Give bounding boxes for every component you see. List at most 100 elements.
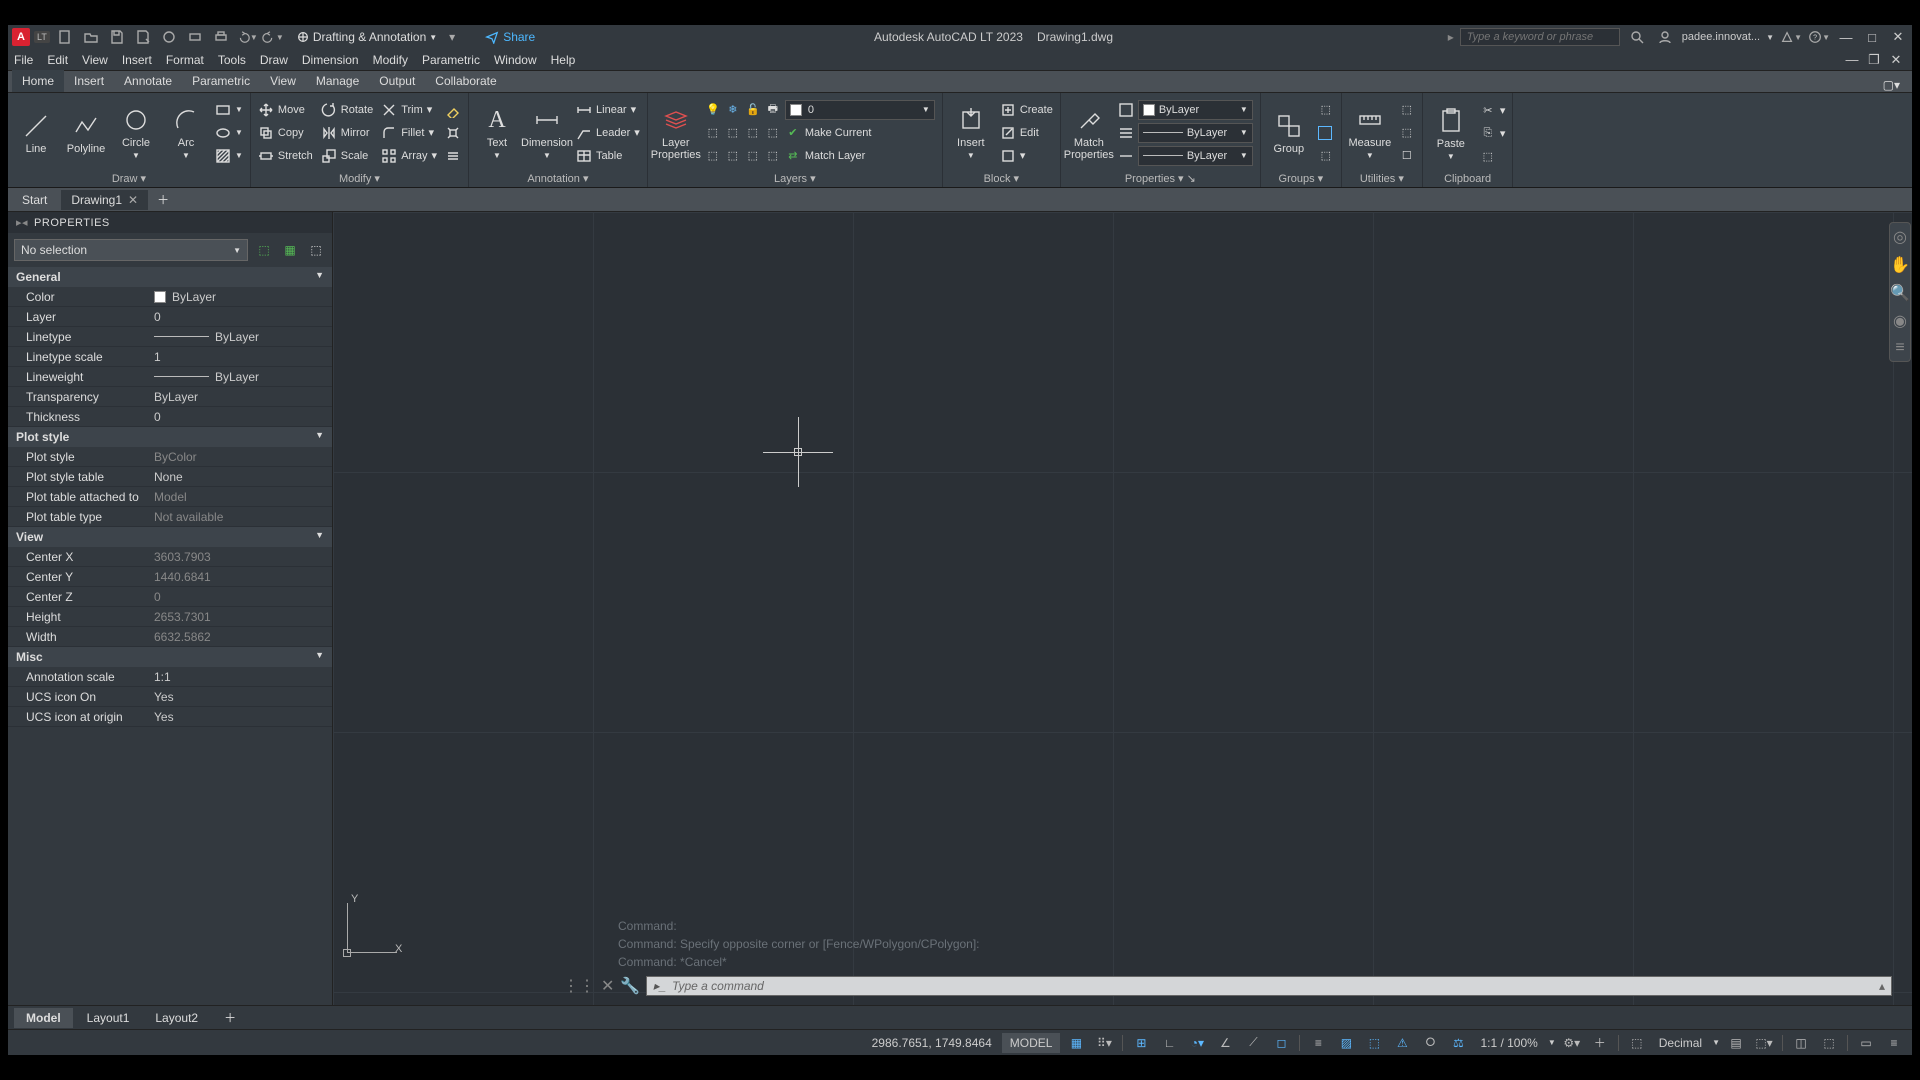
- close-tab-icon[interactable]: ✕: [128, 193, 138, 207]
- property-row[interactable]: Width6632.5862: [8, 627, 332, 647]
- ellipse-button[interactable]: ▼: [212, 122, 246, 144]
- paste-button[interactable]: Paste▼: [1427, 98, 1475, 168]
- app-icon[interactable]: A: [12, 28, 30, 46]
- palette-category[interactable]: General▼: [8, 267, 332, 287]
- hatch-button[interactable]: ▼: [212, 145, 246, 167]
- workspace-switch-icon[interactable]: ⬚: [1625, 1032, 1649, 1054]
- cmd-recent-icon[interactable]: ▴: [1879, 979, 1885, 993]
- property-row[interactable]: TransparencyByLayer: [8, 387, 332, 407]
- maximize-button[interactable]: □: [1862, 29, 1882, 45]
- autodesk-icon[interactable]: ▼: [1780, 26, 1802, 48]
- tab-insert[interactable]: Insert: [64, 70, 114, 92]
- property-row[interactable]: Linetype scale1: [8, 347, 332, 367]
- property-row[interactable]: Plot style tableNone: [8, 467, 332, 487]
- property-row[interactable]: Plot table attached toModel: [8, 487, 332, 507]
- layout-tab-layout2[interactable]: Layout2: [143, 1008, 210, 1028]
- group-bbox-button[interactable]: ⬚: [1315, 145, 1337, 167]
- user-name[interactable]: padee.innovat...: [1682, 31, 1760, 43]
- model-button[interactable]: MODEL: [1002, 1033, 1061, 1053]
- snap-toggle-icon[interactable]: ⠿▾: [1092, 1032, 1116, 1054]
- util3-button[interactable]: ☐: [1396, 145, 1418, 167]
- fillet-button[interactable]: Fillet ▾: [378, 122, 440, 144]
- menu-format[interactable]: Format: [166, 53, 204, 67]
- palette-category[interactable]: View▼: [8, 527, 332, 547]
- menu-file[interactable]: File: [14, 53, 33, 67]
- search-expand-icon[interactable]: ▸: [1448, 30, 1454, 44]
- make-current-button[interactable]: ⬚⬚⬚⬚ ✔Make Current: [702, 122, 938, 144]
- tab-manage[interactable]: Manage: [306, 70, 369, 92]
- copy-clip-button[interactable]: ⎘▾: [1477, 122, 1509, 144]
- layer-state-row[interactable]: 💡❄🔓🖶 0▼: [702, 99, 938, 121]
- open-icon[interactable]: [80, 26, 102, 48]
- save-icon[interactable]: [106, 26, 128, 48]
- lock-ui-icon[interactable]: ⬚▾: [1752, 1032, 1776, 1054]
- scale-display[interactable]: 1:1 / 100%: [1474, 1036, 1543, 1050]
- menu-parametric[interactable]: Parametric: [422, 53, 480, 67]
- command-input[interactable]: ▸_ Type a command ▴: [646, 976, 1892, 996]
- drawing-canvas[interactable]: Y X Command: Command: Specify opposite c…: [333, 212, 1912, 1005]
- offset-button[interactable]: [442, 145, 464, 167]
- annoscale-lock-icon[interactable]: ⭘: [1418, 1032, 1442, 1054]
- panel-modify-title[interactable]: Modify ▾: [255, 170, 464, 187]
- transparency-toggle-icon[interactable]: ▨: [1334, 1032, 1358, 1054]
- gear-icon[interactable]: ⚙▾: [1560, 1032, 1584, 1054]
- linetype-dropdown[interactable]: ByLayer▼: [1138, 146, 1253, 166]
- property-row[interactable]: Center Y1440.6841: [8, 567, 332, 587]
- property-row[interactable]: Center X3603.7903: [8, 547, 332, 567]
- measure-button[interactable]: Measure▼: [1346, 98, 1394, 168]
- lineweight-dropdown[interactable]: ByLayer▼: [1138, 123, 1253, 143]
- nav-wheel-icon[interactable]: ◎: [1893, 227, 1907, 247]
- dimension-button[interactable]: Dimension▼: [523, 98, 571, 168]
- menu-dimension[interactable]: Dimension: [302, 53, 359, 67]
- insert-button[interactable]: Insert▼: [947, 98, 995, 168]
- workspace-dropdown[interactable]: Drafting & Annotation ▼: [296, 30, 437, 44]
- add-tab-button[interactable]: ＋: [152, 191, 174, 208]
- create-block-button[interactable]: Create: [997, 99, 1056, 121]
- lineweight-toggle-icon[interactable]: ≡: [1306, 1032, 1330, 1054]
- new-icon[interactable]: [54, 26, 76, 48]
- 2dosnap-icon[interactable]: ◻: [1269, 1032, 1293, 1054]
- panel-layers-title[interactable]: Layers ▾: [652, 170, 938, 187]
- share-button[interactable]: Share: [485, 30, 535, 44]
- stretch-button[interactable]: Stretch: [255, 145, 316, 167]
- menu-edit[interactable]: Edit: [47, 53, 68, 67]
- qat-more-icon[interactable]: ▾: [441, 26, 463, 48]
- polar-toggle-icon[interactable]: ∟: [1157, 1032, 1181, 1054]
- tab-start[interactable]: Start: [12, 190, 57, 210]
- property-row[interactable]: Thickness0: [8, 407, 332, 427]
- util1-button[interactable]: ⬚: [1396, 99, 1418, 121]
- isoplane-icon[interactable]: ◔▾: [1185, 1032, 1209, 1054]
- block-attr-button[interactable]: ▾: [997, 145, 1056, 167]
- match-layer-button[interactable]: ⬚⬚⬚⬚ ⇄Match Layer: [702, 145, 938, 167]
- close-button[interactable]: ✕: [1888, 29, 1908, 45]
- palette-category[interactable]: Plot style▼: [8, 427, 332, 447]
- group-button[interactable]: Group: [1265, 98, 1313, 168]
- table-button[interactable]: Table: [573, 145, 643, 167]
- color-dropdown[interactable]: ByLayer▼: [1138, 100, 1253, 120]
- menu-insert[interactable]: Insert: [122, 53, 152, 67]
- tab-view[interactable]: View: [260, 70, 306, 92]
- property-row[interactable]: Center Z0: [8, 587, 332, 607]
- nav-pan-icon[interactable]: ✋: [1890, 255, 1910, 275]
- group-edit-button[interactable]: [1315, 122, 1337, 144]
- property-row[interactable]: Layer0: [8, 307, 332, 327]
- search-icon[interactable]: [1626, 26, 1648, 48]
- rotate-button[interactable]: Rotate: [318, 99, 376, 121]
- move-button[interactable]: Move: [255, 99, 316, 121]
- saveas-icon[interactable]: [132, 26, 154, 48]
- isolate-icon[interactable]: ◫: [1789, 1032, 1813, 1054]
- help-icon[interactable]: ?▼: [1808, 26, 1830, 48]
- tab-output[interactable]: Output: [369, 70, 425, 92]
- cmd-close-icon[interactable]: ✕: [601, 976, 614, 996]
- polyline-button[interactable]: Polyline: [62, 98, 110, 168]
- tab-home[interactable]: Home: [12, 70, 64, 92]
- plot-icon[interactable]: [184, 26, 206, 48]
- layout-tab-add[interactable]: ＋: [212, 1006, 248, 1029]
- property-row[interactable]: UCS icon at originYes: [8, 707, 332, 727]
- panel-utilities-title[interactable]: Utilities ▾: [1346, 170, 1418, 187]
- layout-tab-model[interactable]: Model: [14, 1008, 73, 1028]
- property-row[interactable]: Plot styleByColor: [8, 447, 332, 467]
- web-icon[interactable]: [158, 26, 180, 48]
- units-display[interactable]: Decimal: [1653, 1036, 1708, 1050]
- property-row[interactable]: UCS icon OnYes: [8, 687, 332, 707]
